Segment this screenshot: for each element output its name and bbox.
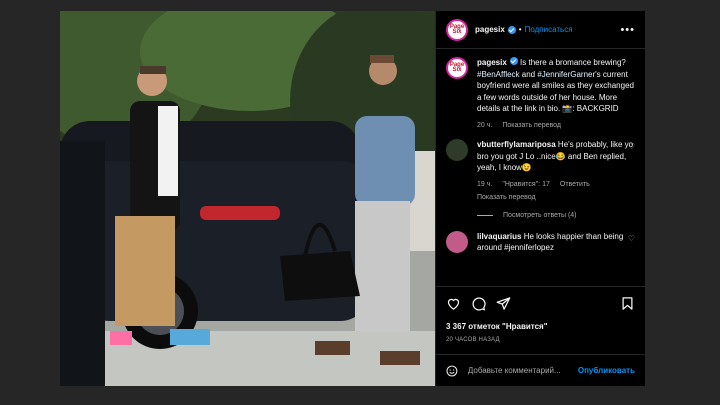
post-time-ago: 20 ЧАСОВ НАЗАД (446, 337, 500, 343)
avatar-logo-text: Page Six (449, 23, 465, 35)
publish-button[interactable]: Опубликовать (578, 366, 635, 375)
post-header: Page Six pagesix • Подписаться ••• (436, 11, 645, 49)
action-icons (446, 295, 635, 311)
heart-icon[interactable] (446, 296, 461, 311)
caption-body: pagesix Is there a bromance brewing? #Be… (477, 57, 635, 131)
follow-button[interactable]: Подписаться (525, 25, 573, 34)
caption-time: 20 ч. (477, 121, 493, 129)
post-photo[interactable] (60, 11, 435, 386)
comment-like-heart-icon[interactable]: ♡ (628, 142, 635, 151)
comment-avatar[interactable] (446, 139, 468, 161)
comment-body: vbutterflylamariposa He's probably, like… (477, 139, 635, 204)
caption-text-1: Is there a bromance brewing? (517, 58, 626, 67)
emoji-icon[interactable] (446, 364, 458, 378)
post-image (60, 11, 435, 386)
comment-avatar[interactable] (446, 230, 468, 253)
caption-meta: 20 ч. Показать перевод (477, 120, 635, 132)
comment-translate-link[interactable]: Показать перевод (477, 192, 536, 204)
comments-list[interactable]: Page Six pagesix Is there a bromance bre… (436, 49, 645, 286)
likes-count[interactable]: 3 367 отметок "Нравится" (446, 322, 635, 331)
caption-translate-link[interactable]: Показать перевод (502, 120, 561, 132)
view-replies[interactable]: Посмотреть ответы (4) (477, 212, 635, 219)
comment-icon[interactable] (471, 296, 486, 311)
post-modal: Page Six pagesix • Подписаться ••• Page … (60, 11, 645, 386)
comment-input[interactable] (467, 366, 578, 375)
replies-line (477, 214, 493, 216)
comment-likes[interactable]: "Нравится": 17 (502, 179, 550, 191)
add-comment-bar: Опубликовать (436, 354, 645, 386)
more-options-icon[interactable]: ••• (620, 24, 635, 36)
caption-text-2: and (519, 69, 538, 79)
comment-like-heart-icon[interactable]: ♡ (628, 234, 635, 243)
author-avatar[interactable]: Page Six (446, 18, 468, 41)
comment-body: lilvaquarius He looks happier than being… (477, 231, 635, 254)
hashtag-benaffleck[interactable]: #BenAffleck (477, 70, 520, 79)
comment-reply-button[interactable]: Ответить (560, 179, 590, 191)
post-side-panel: Page Six pagesix • Подписаться ••• Page … (435, 11, 645, 386)
hashtag-jennifergarner[interactable]: #JenniferGarner (537, 70, 595, 79)
caption: Page Six pagesix Is there a bromance bre… (446, 57, 635, 131)
caption-avatar[interactable]: Page Six (446, 57, 468, 79)
comment-time: 19 ч. (477, 180, 493, 188)
post-actions: 3 367 отметок "Нравится" 20 ЧАСОВ НАЗАД (436, 286, 645, 354)
comment-meta: 19 ч. "Нравится": 17 Ответить (477, 179, 635, 191)
view-replies-label[interactable]: Посмотреть ответы (4) (503, 212, 577, 219)
comment-item: vbutterflylamariposa He's probably, like… (446, 139, 635, 204)
comment-item: lilvaquarius He looks happier than being… (446, 230, 635, 254)
separator-dot: • (518, 25, 522, 34)
comment-translate-row: Показать перевод (477, 192, 635, 204)
verified-badge-icon (509, 57, 518, 65)
caption-avatar-text: Page Six (449, 62, 465, 73)
comment-username[interactable]: lilvaquarius (477, 232, 521, 241)
share-icon[interactable] (496, 296, 511, 311)
comment-username[interactable]: vbutterflylamariposa (477, 140, 556, 149)
author-username[interactable]: pagesix (475, 25, 505, 34)
verified-badge-icon (507, 25, 516, 34)
bookmark-icon[interactable] (620, 296, 635, 311)
caption-username[interactable]: pagesix (477, 58, 507, 67)
